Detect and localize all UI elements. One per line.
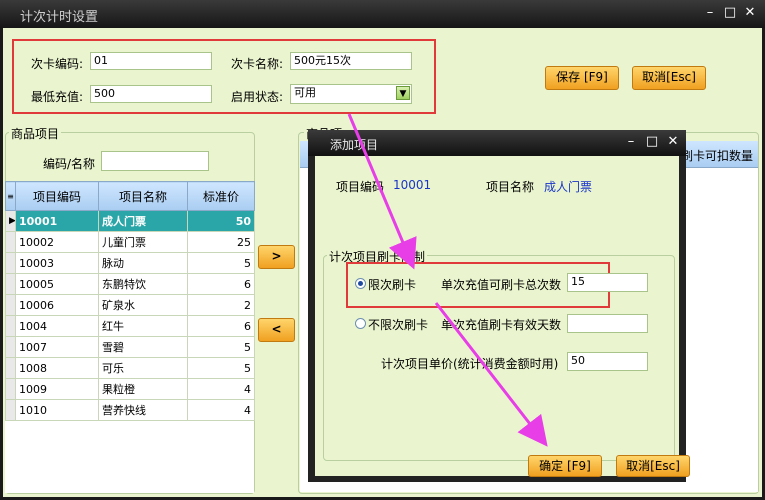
annotation-arrows: [347, 113, 548, 447]
arrow-to-confirm-button: [434, 302, 548, 447]
arrow-to-limit-group: [347, 113, 417, 270]
